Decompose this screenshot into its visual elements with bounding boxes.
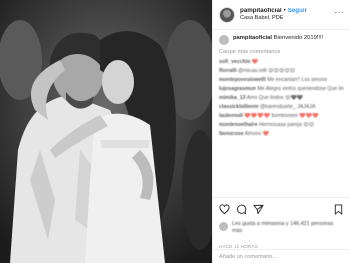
likes-summary: Les gusta a mimaxina y 146.421 personas … <box>219 221 344 241</box>
caption-username[interactable]: pampitaoficial <box>233 35 272 41</box>
share-icon[interactable] <box>253 204 264 215</box>
comment-item: mimika_13 Amo Que lindos 😍🖤🖤 <box>219 95 344 102</box>
comment-input[interactable] <box>219 253 344 260</box>
comment-username[interactable]: sofi_vecchio <box>219 59 250 65</box>
post-sidebar: pampitaoficial • Seguir Casa Babel, PDE … <box>212 0 350 263</box>
comment-icon[interactable] <box>236 204 247 215</box>
user-avatar[interactable] <box>219 6 235 23</box>
follow-button[interactable]: Seguir <box>288 8 307 15</box>
username-link[interactable]: pampitaoficial <box>240 8 282 15</box>
bookmark-icon[interactable] <box>333 204 344 215</box>
comment-text: Me encantan!! Los amooo <box>267 76 328 83</box>
comment-item: montenoelhaire Hermosaaa pareja 😍😍 <box>219 122 344 129</box>
heart-icon[interactable] <box>219 204 230 215</box>
add-comment-bar <box>213 249 350 263</box>
more-options-icon[interactable]: ··· <box>335 8 345 17</box>
comment-entries: sofi_vecchio ❤️ florralli @micaa.relli 😍😍… <box>219 59 344 137</box>
comment-username[interactable]: montenoelhaire <box>219 122 258 128</box>
comment-item: lauleenoll ❤️❤️❤️❤️ bomboneer ❤️❤️❤️ <box>219 113 344 120</box>
comment-item: sofi_vecchio ❤️ <box>219 59 344 66</box>
comment-text: Amo Que lindos 😍🖤🖤 <box>246 94 304 101</box>
comment-text: Amooo ❤️ <box>244 130 270 137</box>
comment-text: Hermosaaa pareja 😍😍 <box>259 121 315 128</box>
comment-item: favosrose Amooo ❤️ <box>219 131 344 138</box>
caption: pampitaoficial Bienvenido 2019!!!! <box>219 35 344 45</box>
post-photo[interactable] <box>0 0 212 263</box>
post-photo-image <box>0 0 212 263</box>
comment-username[interactable]: classicklollieem <box>219 104 259 110</box>
comment-text: ❤️❤️❤️❤️ bomboneer ❤️❤️❤️ <box>244 112 319 119</box>
comment-username[interactable]: montepovosiowelll <box>219 77 266 83</box>
comment-text: Me Alegra verlos queriendose Que lindoo!… <box>257 85 344 92</box>
action-bar <box>213 197 350 221</box>
comment-username[interactable]: lauleenoll <box>219 113 243 119</box>
comment-username[interactable]: florralli <box>219 68 237 74</box>
comment-item: classicklollieem @karenduarte_ JAJAJA <box>219 104 344 111</box>
comments-list: pampitaoficial Bienvenido 2019!!!! Carga… <box>213 31 350 193</box>
comment-text: ❤️ <box>251 59 259 65</box>
header-row: pampitaoficial • Seguir <box>240 8 307 15</box>
header-text: pampitaoficial • Seguir Casa Babel, PDE <box>240 8 307 22</box>
caption-avatar[interactable] <box>219 35 229 45</box>
liker-avatar[interactable] <box>219 222 228 231</box>
load-more-comments-button[interactable]: Cargar más comentarios <box>219 49 344 55</box>
comment-username[interactable]: favosrose <box>219 131 244 137</box>
comment-username[interactable]: mimika_13 <box>219 95 246 101</box>
separator-dot: • <box>283 7 286 14</box>
caption-body: Bienvenido 2019!!!! <box>273 35 324 41</box>
comment-text: @karenduarte_ JAJAJA <box>259 103 316 110</box>
likes-count[interactable]: Les gusta a mimaxina y 146.421 personas … <box>232 221 344 235</box>
caption-text: pampitaoficial Bienvenido 2019!!!! <box>233 35 323 42</box>
comment-item: florralli @micaa.relli 😍😍😍😍😍 <box>219 68 344 75</box>
comment-item: montepovosiowelll Me encantan!! Los amoo… <box>219 77 344 84</box>
post-header: pampitaoficial • Seguir Casa Babel, PDE … <box>213 0 350 30</box>
comment-username[interactable]: lujosagrasmun <box>219 86 256 92</box>
comment-item: lujosagrasmun Me Alegra verlos queriendo… <box>219 86 344 93</box>
comment-text: @micaa.relli 😍😍😍😍😍 <box>238 67 296 74</box>
location-link[interactable]: Casa Babel, PDE <box>240 15 307 21</box>
